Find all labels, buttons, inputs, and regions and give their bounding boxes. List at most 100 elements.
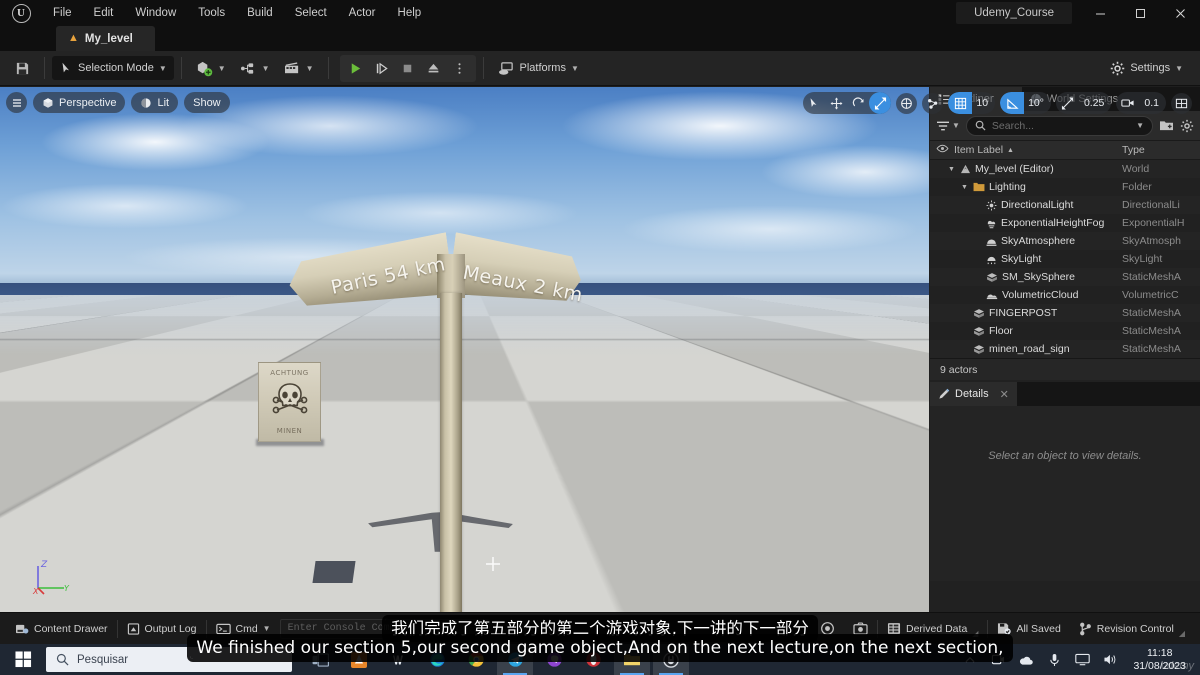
type-column[interactable]: Type — [1122, 144, 1200, 156]
level-viewport[interactable]: ACHTUNG MINEN Paris 54 km Meaux 2 km Z Y… — [0, 87, 929, 612]
viewport-layout-button[interactable] — [1171, 92, 1192, 114]
rotate-tool-button[interactable] — [847, 92, 869, 114]
level-tab[interactable]: ▲ My_level — [56, 26, 155, 51]
platforms-button[interactable]: Platforms ▼ — [491, 56, 586, 80]
blueprints-button[interactable]: ▼ — [233, 56, 277, 80]
menu-item-file[interactable]: File — [42, 3, 83, 23]
viewport-layout-icon — [1175, 98, 1188, 108]
outliner-search-box[interactable]: ▼ — [965, 115, 1153, 136]
add-actor-icon — [196, 60, 213, 77]
cloud — [620, 205, 920, 253]
menu-item-build[interactable]: Build — [236, 3, 284, 23]
scale-snap-toggle[interactable] — [1056, 92, 1080, 114]
outliner-row-fingerpost[interactable]: FINGERPOST StaticMeshA — [930, 304, 1200, 322]
mine-road-sign-actor[interactable]: ACHTUNG MINEN — [258, 362, 321, 442]
menu-item-help[interactable]: Help — [387, 3, 433, 23]
fingerpost-actor[interactable] — [440, 293, 462, 612]
tab-details[interactable]: Details ✕ — [930, 382, 1017, 406]
maximize-button[interactable] — [1120, 0, 1160, 26]
surface-snap-button[interactable] — [922, 92, 944, 114]
scale-tool-button[interactable] — [869, 92, 892, 114]
axis-label-y: Y — [64, 584, 70, 593]
floor-grid — [0, 295, 929, 612]
close-icon — [1175, 8, 1185, 18]
outliner-row-exponentialheightfog[interactable]: ExponentialHeightFog ExponentialH — [930, 214, 1200, 232]
outliner-row-type: World — [1122, 163, 1150, 175]
outliner-settings-button[interactable] — [1180, 119, 1194, 133]
outliner-search-input[interactable] — [991, 119, 1131, 132]
menu-item-tools[interactable]: Tools — [187, 3, 236, 23]
outliner-row-label: Floor — [989, 325, 1013, 337]
select-tool-button[interactable] — [803, 92, 825, 114]
cursor-icon — [59, 61, 73, 75]
outliner-row-label: Lighting — [989, 181, 1026, 193]
play-button[interactable] — [344, 57, 368, 80]
outliner-row-volumetriccloud[interactable]: VolumetricCloud VolumetricC — [930, 286, 1200, 304]
skip-button[interactable] — [370, 57, 394, 80]
selection-mode-button[interactable]: Selection Mode ▼ — [52, 56, 174, 80]
viewport-toolbar-left: Perspective Lit Show — [6, 92, 230, 113]
camera-icon — [1121, 99, 1134, 107]
camera-speed-value[interactable]: 0.1 — [1140, 97, 1166, 109]
close-button[interactable] — [1160, 0, 1200, 26]
item-label-column-text: Item Label — [954, 144, 1004, 156]
coordinate-system-button[interactable] — [896, 92, 918, 114]
scale-snap-value[interactable]: 0.25 — [1080, 97, 1111, 109]
outliner-row-skylight[interactable]: SkyLight SkyLight — [930, 250, 1200, 268]
viewport-menu-button[interactable] — [6, 92, 27, 113]
outliner-row-sm-skysphere[interactable]: SM_SkySphere StaticMeshA — [930, 268, 1200, 286]
camera-speed-toggle[interactable] — [1116, 92, 1140, 114]
menu-item-window[interactable]: Window — [124, 3, 187, 23]
visibility-column-icon[interactable] — [930, 144, 954, 156]
outliner-filter-button[interactable]: ▼ — [936, 120, 960, 132]
expander-icon[interactable]: ▼ — [960, 184, 969, 191]
outliner-row-label-cell: VolumetricCloud — [930, 289, 1122, 301]
cloud-icon — [986, 290, 998, 300]
add-actor-button[interactable]: ▼ — [189, 56, 233, 80]
viewport-view-mode-button[interactable]: Lit — [131, 92, 179, 113]
outliner-row-directionallight[interactable]: DirectionalLight DirectionalLi — [930, 196, 1200, 214]
minimize-button[interactable] — [1080, 0, 1120, 26]
item-label-column[interactable]: Item Label ▲ — [954, 144, 1122, 156]
settings-button[interactable]: Settings ▼ — [1103, 56, 1190, 80]
move-tool-button[interactable] — [825, 92, 847, 114]
outliner-search-row: ▼ ▼ — [930, 111, 1200, 140]
outliner-row-lighting[interactable]: ▼ Lighting Folder — [930, 178, 1200, 196]
unreal-engine-logo[interactable]: U — [0, 0, 42, 26]
selection-mode-label: Selection Mode — [78, 62, 154, 74]
mine-sign-bottom-label: MINEN — [276, 427, 303, 435]
expander-icon[interactable]: ▼ — [947, 166, 956, 173]
grid-snap-toggle[interactable] — [948, 92, 973, 114]
outliner-row-label-cell: ▼ My_level (Editor) — [930, 163, 1122, 175]
menu-item-select[interactable]: Select — [284, 3, 338, 23]
outliner-row-label-cell: SkyAtmosphere — [930, 235, 1122, 247]
grid-snap-value[interactable]: 10 — [972, 97, 995, 109]
skip-icon — [376, 62, 388, 74]
eject-button[interactable] — [422, 57, 446, 80]
outliner-row-label-cell: DirectionalLight — [930, 199, 1122, 211]
angle-snap-control: 10° — [1000, 92, 1051, 114]
viewport-show-button[interactable]: Show — [184, 92, 230, 113]
angle-snap-toggle[interactable] — [1000, 92, 1025, 114]
outliner-row-type: ExponentialH — [1122, 217, 1185, 229]
menu-item-actor[interactable]: Actor — [338, 3, 387, 23]
cinematics-button[interactable]: ▼ — [277, 56, 321, 80]
outliner-row-label: FINGERPOST — [989, 307, 1058, 319]
close-details-icon[interactable]: ✕ — [1000, 388, 1009, 401]
cloud — [300, 191, 580, 235]
outliner-row-skyatmosphere[interactable]: SkyAtmosphere SkyAtmosph — [930, 232, 1200, 250]
chevron-down-icon[interactable]: ▼ — [1136, 121, 1144, 130]
save-button[interactable] — [8, 56, 37, 80]
more-options-icon — [458, 62, 461, 74]
outliner-row-floor[interactable]: Floor StaticMeshA — [930, 322, 1200, 340]
play-more-button[interactable] — [448, 57, 472, 80]
angle-snap-value[interactable]: 10° — [1024, 97, 1051, 109]
outliner-row-my-level-editor[interactable]: ▼ My_level (Editor) World — [930, 160, 1200, 178]
menu-item-edit[interactable]: Edit — [83, 3, 125, 23]
viewport-camera-mode-button[interactable]: Perspective — [33, 92, 126, 113]
outliner-row-minen-road-sign[interactable]: minen_road_sign StaticMeshA — [930, 340, 1200, 358]
outliner-new-folder-button[interactable] — [1159, 119, 1174, 132]
details-panel-body: Select an object to view details. — [930, 406, 1200, 581]
stop-button[interactable] — [396, 57, 420, 80]
platforms-icon — [498, 61, 515, 76]
